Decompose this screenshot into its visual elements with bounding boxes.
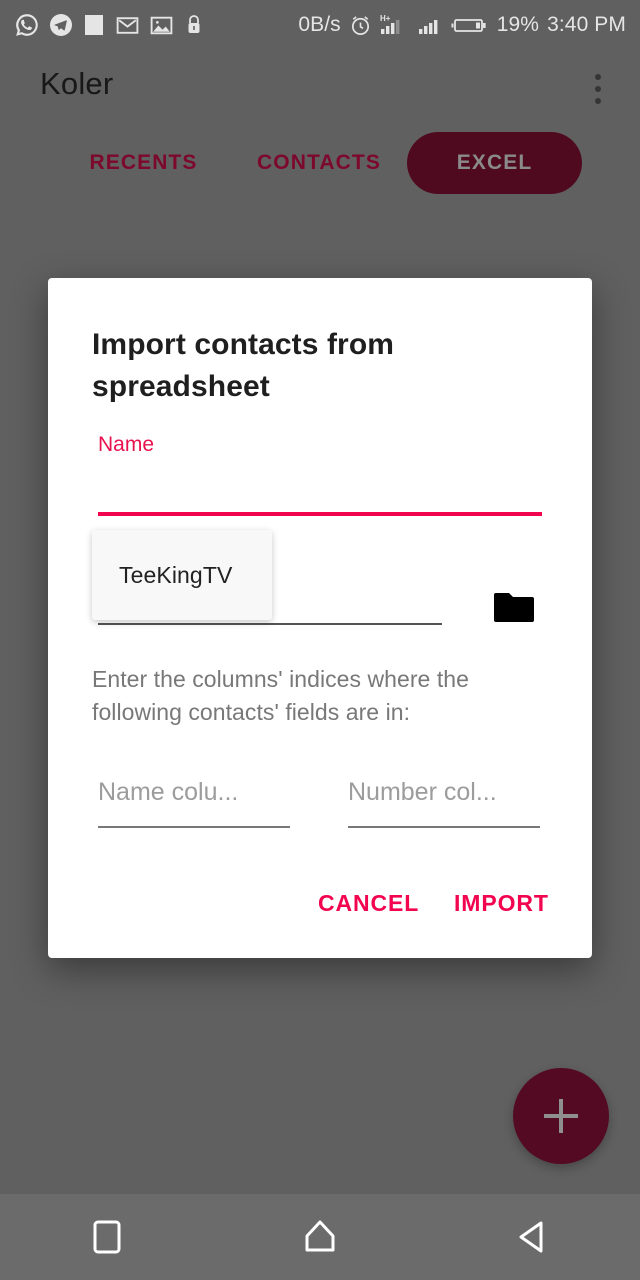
name-column-placeholder: Name colu... [98,778,239,806]
import-button[interactable]: IMPORT [454,880,549,926]
folder-icon[interactable] [489,583,539,633]
cancel-button[interactable]: CANCEL [318,880,419,926]
input-underline [348,826,540,828]
nav-recents-button[interactable] [47,1194,167,1280]
number-column-input[interactable]: Number col... [348,778,540,828]
import-contacts-dialog: Import contacts from spreadsheet Name Te… [48,278,592,958]
autocomplete-dropdown[interactable]: TeeKingTV [92,530,272,620]
system-navigation-bar [0,1194,640,1280]
name-input[interactable] [98,512,542,516]
nav-home-button[interactable] [260,1194,380,1280]
file-path-input[interactable] [98,623,442,625]
nav-back-button[interactable] [473,1194,593,1280]
autocomplete-suggestion-item[interactable]: TeeKingTV [119,562,232,589]
instruction-text: Enter the columns' indices where the fol… [92,666,469,725]
name-field-label: Name [98,433,155,456]
number-column-placeholder: Number col... [348,778,497,806]
dialog-title: Import contacts from spreadsheet [92,328,395,403]
name-column-input[interactable]: Name colu... [98,778,290,828]
input-underline [98,826,290,828]
